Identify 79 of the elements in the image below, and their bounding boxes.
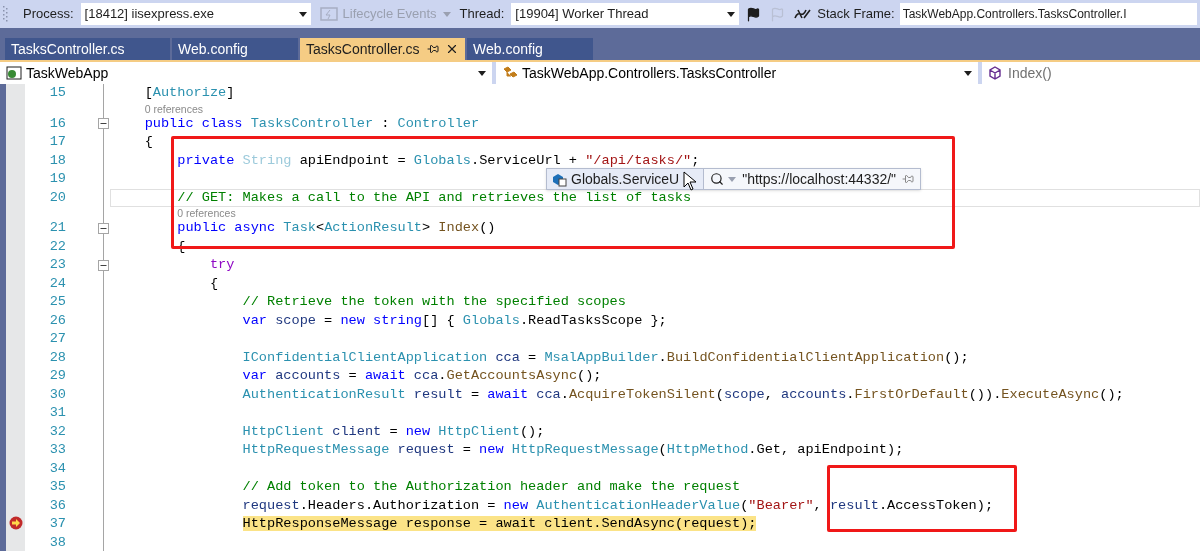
expression-text: Globals.ServiceU	[571, 169, 680, 189]
document-tab[interactable]: Web.config	[172, 38, 298, 60]
dropdown-caret-icon	[964, 70, 972, 76]
value-text: "https://localhost:44332/"	[742, 169, 898, 189]
stack-frame-dropdown[interactable]: TaskWebApp.Controllers.TasksController.I	[899, 3, 1197, 25]
code-line: var scope = new string[] { Globals.ReadTasksScope };	[241, 311, 667, 330]
line-number: 26	[48, 311, 66, 330]
lifecycle-icon	[319, 6, 338, 22]
stack-frame-icon	[794, 7, 813, 21]
code-line: public async Task<ActionResult> Index()	[176, 219, 496, 237]
line-number: 34	[48, 459, 66, 478]
line-number: 29	[48, 367, 66, 385]
thread-label: Thread:	[459, 5, 505, 24]
close-icon[interactable]	[445, 42, 459, 56]
line-number: 38	[48, 533, 66, 551]
code-line: public class TasksController : Controller	[143, 114, 480, 133]
code-lens-text[interactable]: 0 references	[177, 207, 236, 219]
line-number: 21	[48, 219, 66, 237]
field-icon	[551, 171, 567, 187]
dropdown-caret-icon	[298, 11, 307, 17]
code-line: {	[208, 274, 219, 293]
collapse-icon[interactable]	[98, 259, 109, 271]
document-tab[interactable]: Web.config	[467, 38, 593, 60]
line-number: 32	[48, 422, 66, 441]
class-icon	[502, 66, 518, 80]
line-number: 23	[48, 256, 66, 274]
line-number: 25	[48, 293, 66, 311]
project-dropdown[interactable]: TaskWebApp	[0, 62, 492, 84]
process-dropdown[interactable]: [18412] iisexpress.exe	[80, 3, 311, 25]
line-number: 30	[48, 385, 66, 404]
code-line: private String apiEndpoint = Globals.ServiceUrl + "/api/tasks/";	[176, 151, 700, 170]
code-line: AuthenticationResult result = await cca.AcquireTokenSilent(scope, accounts.FirstOrDefault()).ExecuteAsync();	[241, 385, 1124, 404]
code-line: // GET: Makes a call to the API and retrieves the list of tasks	[176, 188, 692, 207]
line-number: 27	[48, 330, 66, 348]
collapse-icon[interactable]	[98, 222, 109, 234]
line-number: 28	[48, 348, 66, 367]
code-line: // Retrieve the token with the specified scopes	[241, 293, 626, 311]
dropdown-caret-icon	[728, 176, 737, 182]
collapse-icon[interactable]	[98, 118, 109, 130]
line-number: 35	[48, 478, 66, 496]
pin-icon[interactable]	[427, 43, 439, 55]
line-number: 22	[48, 237, 66, 256]
code-line: IConfidentialClientApplication cca = MsalAppBuilder.BuildConfidentialClientApplication();	[241, 348, 969, 367]
line-number: 33	[48, 441, 66, 459]
code-lens-text[interactable]: 0 references	[144, 102, 203, 115]
code-line: HttpRequestMessage request = new HttpRequestMessage(HttpMethod.Get, apiEndpoint);	[241, 441, 904, 459]
dropdown-caret-icon	[727, 11, 736, 17]
line-number: 15	[48, 84, 66, 102]
process-label: Process:	[23, 5, 74, 24]
document-tab[interactable]: TasksController.cs	[300, 38, 465, 60]
code-line: var accounts = await cca.GetAccountsAsync();	[241, 367, 602, 385]
line-number: 24	[48, 274, 66, 293]
search-icon	[710, 172, 725, 186]
code-line: [Authorize]	[143, 84, 235, 102]
grip-icon	[3, 6, 8, 22]
code-line: {	[143, 133, 153, 151]
thread-dropdown[interactable]: [19904] Worker Thread	[511, 3, 740, 25]
line-number: 19	[48, 170, 66, 188]
code-line: HttpClient client = new HttpClient();	[241, 422, 545, 441]
dropdown-caret-icon	[442, 11, 451, 17]
code-line: request.Headers.Authorization = new AuthenticationHeaderValue("Bearer", result.AccessToken);	[241, 496, 994, 515]
document-tab[interactable]: TasksController.cs	[5, 38, 170, 60]
current-statement-icon	[8, 516, 23, 531]
flag-icon[interactable]	[746, 6, 762, 22]
method-icon	[988, 66, 1002, 80]
type-dropdown[interactable]: TaskWebApp.Controllers.TasksController	[496, 62, 978, 84]
stack-frame-label: Stack Frame:	[817, 5, 895, 24]
line-number: 16	[48, 114, 66, 133]
line-number: 20	[48, 188, 66, 207]
line-number: 18	[48, 151, 66, 170]
dropdown-caret-icon	[478, 70, 486, 76]
code-line: // Add token to the Authorization header and make the request	[241, 478, 741, 496]
code-line: try	[208, 256, 235, 274]
line-number: 17	[48, 133, 66, 151]
member-dropdown[interactable]: Index()	[982, 62, 1200, 84]
project-icon	[6, 66, 22, 80]
line-number: 36	[48, 496, 66, 515]
line-number: 37	[48, 515, 66, 533]
line-number: 31	[48, 404, 66, 422]
